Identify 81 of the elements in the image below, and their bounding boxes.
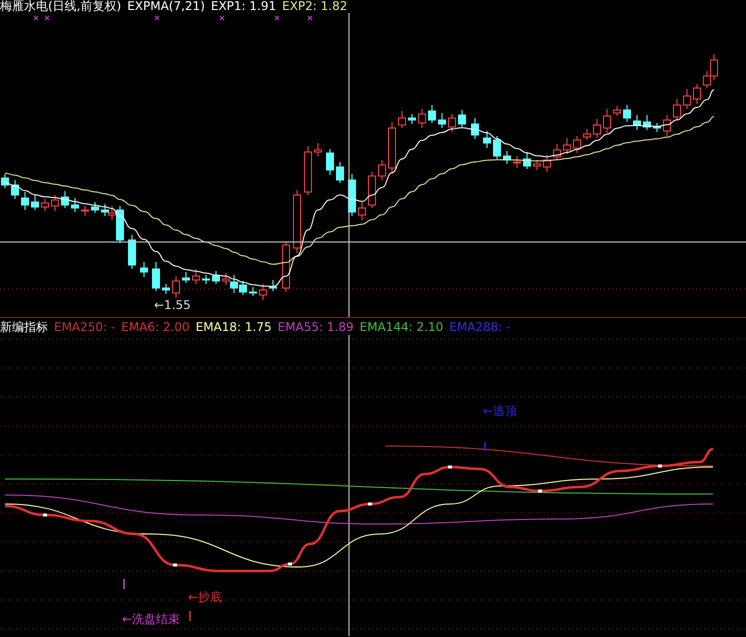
candlestick xyxy=(358,200,366,220)
candlestick xyxy=(182,272,190,284)
signal-tick xyxy=(484,442,486,451)
candlestick xyxy=(563,138,571,154)
candlestick xyxy=(673,98,681,120)
candlestick xyxy=(513,156,521,168)
candlestick xyxy=(553,144,561,160)
stock-title: 梅雁水电(日线,前复权) xyxy=(0,0,122,13)
candlestick xyxy=(212,270,220,284)
candlestick xyxy=(503,150,511,164)
candlestick xyxy=(653,122,661,132)
reading-value: EMA288: - xyxy=(449,319,510,335)
candlestick xyxy=(418,108,426,128)
candlestick xyxy=(172,276,180,298)
candlestick xyxy=(643,114,651,130)
signal-tick xyxy=(189,611,191,621)
candlestick xyxy=(633,114,641,130)
candlestick xyxy=(458,110,466,128)
reading-value: EMA55: 1.89 xyxy=(278,319,354,335)
candlestick xyxy=(282,240,290,292)
candlestick xyxy=(269,280,277,292)
candlestick xyxy=(31,194,39,210)
candlestick xyxy=(152,262,160,292)
indicator-name: EXPMA(7,21) xyxy=(127,0,205,13)
candlestick xyxy=(259,284,267,300)
candlestick xyxy=(21,192,29,210)
reading-value: EXP1: 1.91 xyxy=(210,0,276,13)
candlestick xyxy=(613,106,621,116)
cross-marks-icon xyxy=(33,15,313,21)
candlestick xyxy=(493,136,501,160)
candlestick xyxy=(91,202,99,214)
candlestick xyxy=(81,206,89,216)
candlestick xyxy=(603,108,611,134)
candlestick xyxy=(249,286,257,296)
candlestick xyxy=(398,110,406,128)
low-price-label: ←1.55 xyxy=(154,298,191,312)
candlestick xyxy=(304,146,312,196)
candlestick xyxy=(533,160,541,170)
reading-value: EMA144: 2.10 xyxy=(360,319,444,335)
reading-value: EMA6: 2.00 xyxy=(121,319,190,335)
signal-tick xyxy=(123,579,125,589)
candlestick xyxy=(293,190,301,254)
candlestick xyxy=(378,160,386,180)
candlestick xyxy=(1,174,9,188)
candlestick xyxy=(663,114,671,136)
candlestick xyxy=(71,198,79,212)
candlestick xyxy=(408,114,416,124)
candlestick xyxy=(128,234,136,270)
candlestick xyxy=(583,128,591,140)
candlestick xyxy=(314,142,322,156)
candlestick xyxy=(523,152,531,170)
indicator-title: 新编指标 xyxy=(0,319,48,335)
candlestick xyxy=(11,180,19,200)
candlestick xyxy=(326,148,334,176)
candlestick xyxy=(483,130,491,148)
candlestick xyxy=(693,84,701,104)
candlestick xyxy=(140,262,148,278)
candlestick xyxy=(336,162,344,184)
annotation-label: ←抄底 xyxy=(188,590,222,604)
reading-value: EXP2: 1.82 xyxy=(282,0,348,13)
candlestick xyxy=(593,118,601,138)
candlestick xyxy=(51,194,59,212)
candlestick xyxy=(192,268,200,284)
reading-value: EMA250: - xyxy=(54,319,116,335)
candlestick xyxy=(471,118,479,140)
candlestick xyxy=(543,154,551,172)
candlestick xyxy=(683,88,691,110)
annotation-label: ←洗盘结束 xyxy=(122,612,180,626)
candlestick xyxy=(573,136,581,154)
candlestick xyxy=(202,274,210,284)
annotation-label: ←逃顶 xyxy=(483,404,518,418)
candlestick xyxy=(162,284,170,294)
candlestick xyxy=(438,112,446,128)
candlestick xyxy=(368,172,376,208)
candlestick xyxy=(388,122,396,174)
candlestick xyxy=(428,104,436,124)
candlestick xyxy=(623,104,631,122)
reading-value: EMA18: 1.75 xyxy=(196,319,272,335)
candlestick xyxy=(41,198,49,212)
candlestick xyxy=(61,190,69,208)
candlestick xyxy=(448,114,456,132)
